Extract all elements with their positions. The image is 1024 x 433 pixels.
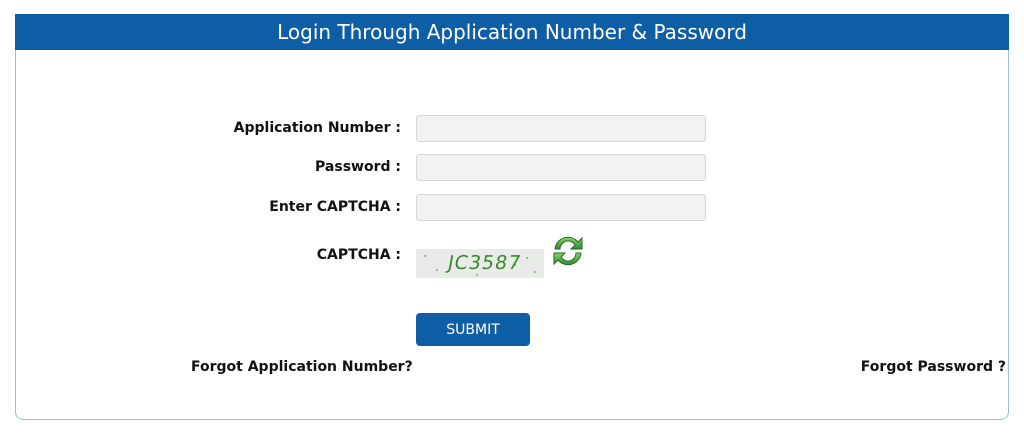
forgot-password-link[interactable]: Forgot Password ? [861,359,1006,375]
submit-button[interactable]: SUBMIT [416,313,530,346]
application-number-input[interactable] [416,115,706,142]
refresh-icon[interactable] [549,232,587,270]
captcha-image: JC3587 [416,249,544,278]
captcha-label: CAPTCHA : [316,247,401,263]
forgot-application-number-link[interactable]: Forgot Application Number? [191,359,413,375]
page-title: Login Through Application Number & Passw… [277,20,747,44]
password-input[interactable] [416,154,706,181]
application-number-label: Application Number : [233,120,401,136]
panel-header: Login Through Application Number & Passw… [15,14,1009,50]
captcha-input[interactable] [416,194,706,221]
captcha-code: JC3587 [446,252,524,274]
password-label: Password : [315,159,401,175]
enter-captcha-label: Enter CAPTCHA : [269,199,401,215]
